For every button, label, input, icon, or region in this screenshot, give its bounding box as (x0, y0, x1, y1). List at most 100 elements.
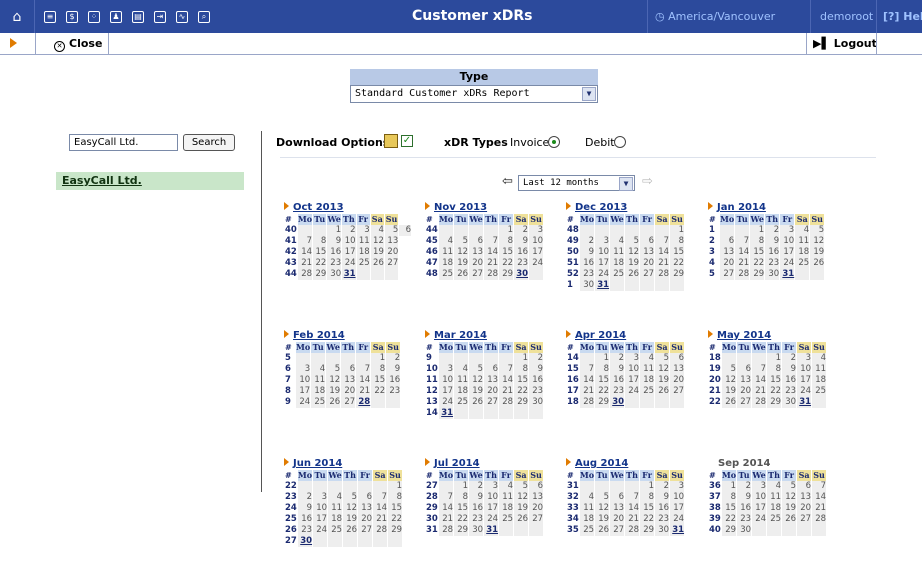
day-cell[interactable]: 29 (454, 525, 469, 536)
day-cell[interactable]: 26 (454, 269, 469, 280)
user-icon[interactable]: ♟ (107, 0, 125, 33)
day-cell[interactable]: 19 (326, 386, 341, 397)
day-cell[interactable]: 16 (610, 375, 625, 386)
day-cell[interactable]: 3 (356, 225, 370, 236)
day-cell[interactable]: 4 (311, 364, 326, 375)
day-cell[interactable]: 10 (595, 247, 610, 258)
day-cell[interactable]: 15 (750, 247, 765, 258)
day-cell[interactable]: 14 (484, 247, 499, 258)
close-button[interactable]: ✕ Close (54, 33, 102, 55)
day-cell[interactable]: 7 (752, 364, 767, 375)
day-cell[interactable]: 31 (595, 280, 610, 291)
day-cell[interactable]: 10 (625, 364, 640, 375)
day-cell[interactable]: 28 (752, 397, 767, 408)
week-number[interactable]: 8 (285, 386, 295, 397)
day-cell[interactable]: 23 (297, 525, 313, 536)
customer-result-link[interactable]: EasyCall Ltd. (56, 172, 244, 190)
month-title[interactable]: Oct 2013 (284, 202, 412, 214)
day-cell[interactable]: 2 (765, 225, 780, 236)
day-cell[interactable]: 7 (625, 492, 640, 503)
day-cell[interactable]: 22 (454, 514, 469, 525)
day-cell[interactable]: 16 (327, 247, 342, 258)
day-cell[interactable]: 21 (655, 258, 670, 269)
week-number[interactable]: 31 (567, 481, 579, 492)
week-number[interactable]: 13 (426, 397, 438, 408)
month-title[interactable]: Apr 2014 (566, 330, 694, 342)
day-cell[interactable]: 8 (371, 364, 386, 375)
day-cell[interactable]: 8 (499, 236, 514, 247)
week-number[interactable]: 29 (426, 503, 438, 514)
week-number[interactable]: 3 (709, 247, 719, 258)
day-cell[interactable]: 31 (797, 397, 812, 408)
day-cell[interactable]: 17 (438, 386, 454, 397)
day-cell[interactable]: 15 (767, 375, 782, 386)
day-cell[interactable]: 12 (625, 247, 640, 258)
month-title[interactable]: Dec 2013 (566, 202, 694, 214)
day-cell[interactable]: 27 (670, 386, 685, 397)
day-cell[interactable]: 30 (327, 269, 342, 280)
week-number[interactable]: 39 (709, 514, 721, 525)
invoice-radio[interactable] (548, 136, 560, 148)
day-cell[interactable]: 17 (342, 247, 356, 258)
week-number[interactable]: 27 (426, 481, 438, 492)
day-cell[interactable]: 23 (529, 386, 544, 397)
day-cell[interactable]: 11 (610, 247, 625, 258)
day-cell[interactable]: 18 (610, 258, 625, 269)
day-cell[interactable]: 9 (655, 492, 670, 503)
day-cell[interactable]: 19 (469, 386, 484, 397)
day-cell[interactable]: 21 (297, 258, 313, 269)
day-cell[interactable]: 12 (469, 375, 484, 386)
day-cell[interactable]: 13 (341, 375, 356, 386)
day-cell[interactable]: 25 (438, 269, 454, 280)
debit-radio[interactable] (614, 136, 626, 148)
day-cell[interactable]: 13 (640, 247, 655, 258)
day-cell[interactable]: 21 (579, 386, 595, 397)
day-cell[interactable]: 10 (342, 236, 356, 247)
day-cell[interactable]: 28 (499, 397, 514, 408)
week-number[interactable]: 38 (709, 503, 721, 514)
day-cell[interactable]: 12 (514, 492, 529, 503)
id-card-icon[interactable]: ▤ (129, 0, 147, 33)
day-cell[interactable]: 1 (327, 225, 342, 236)
day-cell[interactable]: 5 (595, 492, 610, 503)
day-cell[interactable]: 14 (579, 375, 595, 386)
day-cell[interactable]: 4 (610, 236, 625, 247)
week-number[interactable]: 18 (567, 397, 579, 408)
day-cell[interactable]: 15 (371, 375, 386, 386)
day-cell[interactable]: 23 (327, 258, 342, 269)
day-cell[interactable]: 12 (343, 503, 358, 514)
day-cell[interactable]: 30 (469, 525, 484, 536)
day-cell[interactable]: 28 (655, 269, 670, 280)
day-cell[interactable]: 13 (469, 247, 484, 258)
day-cell[interactable]: 11 (454, 375, 469, 386)
day-cell[interactable]: 7 (373, 492, 388, 503)
day-cell[interactable]: 25 (795, 258, 810, 269)
week-number[interactable]: 35 (567, 525, 579, 536)
day-cell[interactable]: 7 (356, 364, 371, 375)
day-cell[interactable]: 31 (342, 269, 356, 280)
day-cell[interactable]: 8 (670, 236, 685, 247)
day-cell[interactable]: 6 (640, 236, 655, 247)
day-cell[interactable]: 1 (388, 481, 403, 492)
day-cell[interactable]: 15 (514, 375, 529, 386)
day-cell[interactable]: 19 (625, 258, 640, 269)
day-cell[interactable]: 2 (342, 225, 356, 236)
day-cell[interactable]: 16 (469, 503, 484, 514)
day-cell[interactable]: 21 (735, 258, 750, 269)
week-number[interactable]: 9 (426, 353, 438, 364)
day-cell[interactable]: 31 (484, 525, 499, 536)
day-cell[interactable]: 25 (610, 269, 625, 280)
day-cell[interactable]: 7 (655, 236, 670, 247)
day-cell[interactable]: 24 (595, 269, 610, 280)
day-cell[interactable]: 25 (579, 525, 595, 536)
day-cell[interactable]: 14 (356, 375, 371, 386)
day-cell[interactable]: 27 (610, 525, 625, 536)
day-cell[interactable]: 5 (655, 353, 670, 364)
day-cell[interactable]: 17 (625, 375, 640, 386)
day-cell[interactable]: 25 (311, 397, 326, 408)
week-number[interactable]: 5 (709, 269, 719, 280)
day-cell[interactable]: 30 (782, 397, 797, 408)
day-cell[interactable]: 18 (579, 514, 595, 525)
week-number[interactable]: 22 (285, 481, 297, 492)
day-cell[interactable]: 10 (670, 492, 685, 503)
